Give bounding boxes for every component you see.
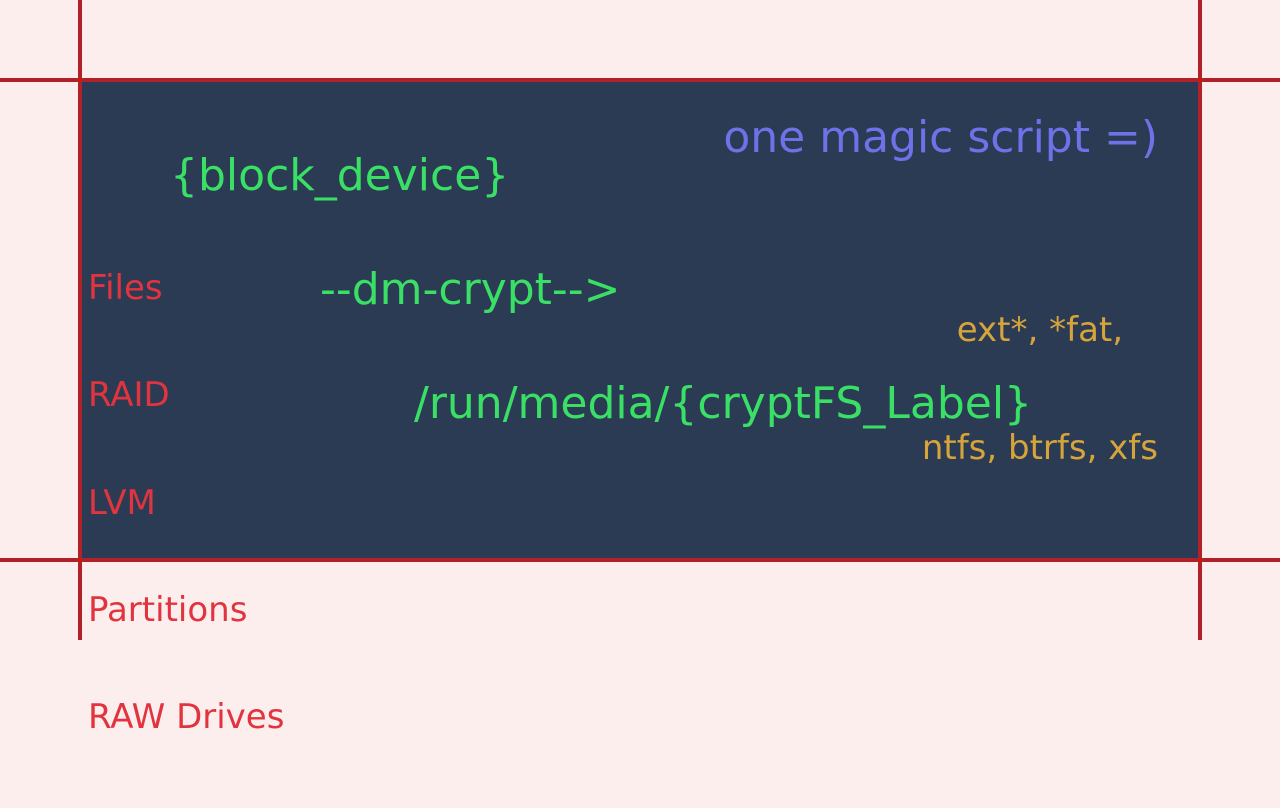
device-type-lvm: LVM: [88, 486, 284, 522]
block-device-placeholder: {block_device}: [170, 150, 509, 201]
device-type-partitions: Partitions: [88, 593, 284, 629]
filesystems-list: ext*, *fat, ntfs, btrfs, xfs: [922, 233, 1158, 546]
device-type-raw-drives: RAW Drives: [88, 700, 284, 736]
title-magic-script: one magic script =): [723, 112, 1158, 163]
device-types-list: Files RAID LVM Partitions RAW Drives: [88, 200, 284, 807]
fs-line-2: ntfs, btrfs, xfs: [922, 429, 1158, 468]
fs-line-1: ext*, *fat,: [922, 311, 1158, 350]
dm-crypt-arrow: --dm-crypt-->: [320, 264, 621, 315]
device-type-raid: RAID: [88, 378, 284, 414]
diagram-panel: one magic script =) {block_device} Files…: [82, 82, 1198, 558]
device-type-files: Files: [88, 271, 284, 307]
grid-vline-right: [1198, 0, 1202, 640]
